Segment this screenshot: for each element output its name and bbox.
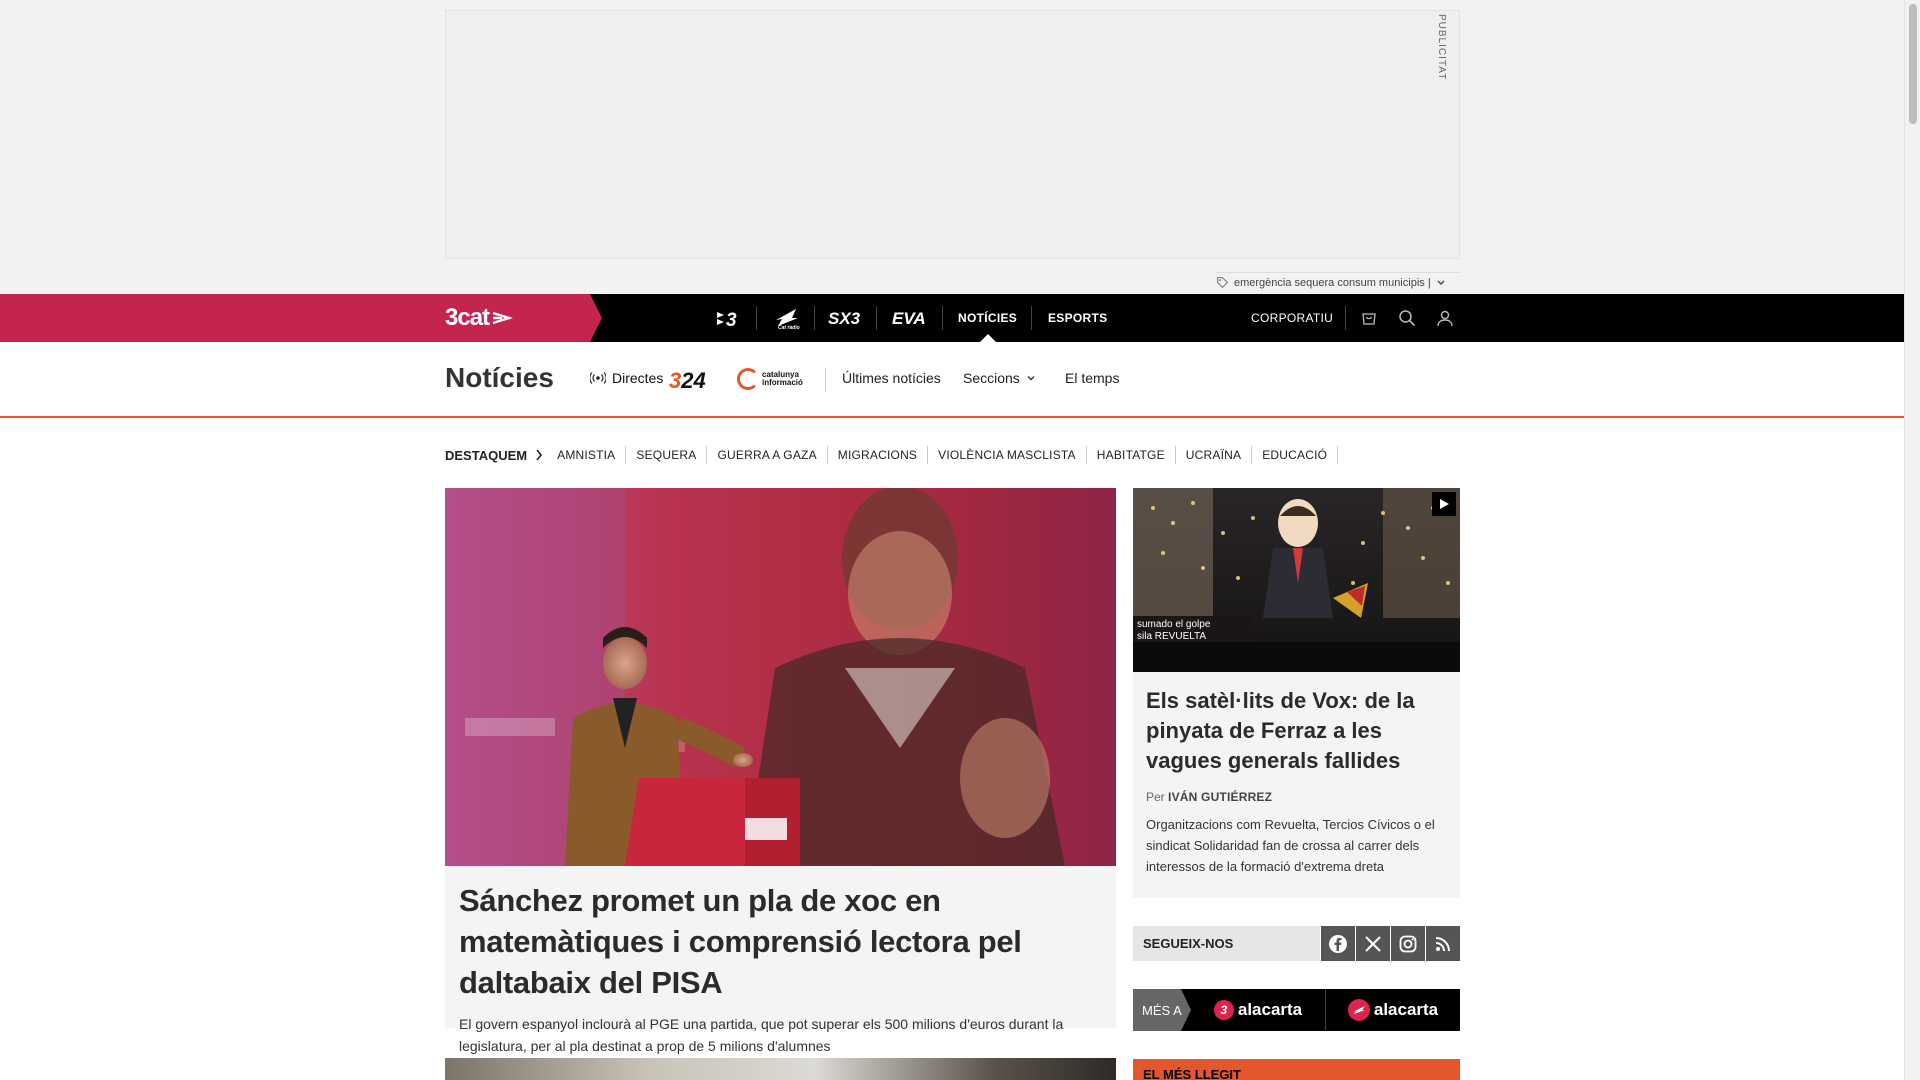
ad-tags-text: emergència sequera consum municipis | [1234, 276, 1431, 289]
destaquem-heading[interactable]: DESTAQUEM [445, 448, 543, 463]
tag-link[interactable]: AMNISTIA [557, 446, 627, 464]
tag-link[interactable]: VIOLÈNCIA MASCLISTA [928, 446, 1087, 464]
channel-eva-logo[interactable]: EVA [886, 294, 932, 342]
side-article-summary: Organitzacions com Revuelta, Tercios Cív… [1146, 817, 1435, 874]
byline-prefix: Per [1146, 790, 1165, 804]
ad-label: PUBLICITAT [1436, 14, 1447, 81]
page-scrollbar[interactable] [1904, 0, 1920, 1080]
tv3-icon: 3 [717, 310, 737, 329]
facebook-icon[interactable] [1320, 926, 1355, 961]
advertisement-slot[interactable] [445, 10, 1460, 259]
catradio-badge-icon [1347, 999, 1370, 1021]
brand-name: 3cat [445, 304, 490, 331]
video-badge [1432, 492, 1456, 516]
live-broadcast-icon [590, 372, 606, 384]
highlighted-tags: DESTAQUEM AMNISTIA SEQUERA GUERRA A GAZA… [445, 444, 1339, 466]
user-icon[interactable] [1433, 306, 1457, 330]
main-article-image[interactable] [445, 488, 1116, 866]
separator [756, 306, 757, 330]
main-article-summary: El govern espanyol inclourà al PGE una p… [459, 1016, 1064, 1054]
chevron-right-icon [536, 449, 543, 461]
brand-waves-icon [492, 311, 514, 325]
separator [1345, 306, 1346, 330]
tag-link[interactable]: GUERRA A GAZA [707, 446, 828, 464]
active-nav-indicator [980, 334, 996, 342]
seccions-label: Seccions [963, 370, 1020, 386]
protest-photo: sumado el golpe sila REVUELTA [1133, 488, 1460, 672]
separator [942, 306, 943, 330]
next-article-image[interactable] [445, 1058, 1116, 1080]
directes-link[interactable]: Directes [590, 370, 663, 386]
channel-3-logo[interactable]: 3 [706, 294, 750, 342]
play-icon [1440, 499, 1449, 509]
svg-text:3: 3 [726, 310, 737, 329]
separator [876, 306, 877, 330]
svg-text:EVA: EVA [892, 309, 926, 328]
catradio-alacarta-link[interactable]: alacarta [1326, 989, 1460, 1031]
channel-sx3-logo[interactable]: SX3 [822, 294, 868, 342]
mes-a-label: MÉS A [1133, 989, 1191, 1031]
x-icon[interactable] [1355, 926, 1390, 961]
tv3-badge-icon: 3 [1213, 1000, 1234, 1020]
ad-tags[interactable]: emergència sequera consum municipis | [1216, 272, 1460, 292]
side-article-byline: Per IVÁN GUTIÉRREZ [1146, 790, 1447, 804]
follow-us-label: SEGUEIX-NOS [1133, 926, 1320, 961]
ad-band: PUBLICITAT emergència sequera consum mun… [0, 0, 1904, 294]
rss-icon[interactable] [1425, 926, 1460, 961]
el-temps-link[interactable]: El temps [1065, 370, 1119, 386]
search-icon[interactable] [1395, 306, 1419, 330]
tag-link[interactable]: HABITATGE [1087, 446, 1176, 464]
chevron-down-icon[interactable] [1436, 278, 1446, 288]
ultimes-noticies-link[interactable]: Últimes notícies [842, 370, 941, 386]
nav-corporatiu[interactable]: CORPORATIU [1251, 294, 1333, 342]
directes-label: Directes [612, 370, 664, 386]
channel-catradio-logo[interactable]: Cat ràdio [764, 294, 808, 342]
scrollbar-thumb[interactable] [1909, 4, 1917, 124]
tag-link[interactable]: MIGRACIONS [828, 446, 929, 464]
svg-text:sumado el golpe: sumado el golpe [1137, 619, 1211, 630]
speaker-photo [445, 488, 1116, 866]
3-24-logo[interactable]: 3 24 [669, 368, 706, 394]
follow-us-bar: SEGUEIX-NOS [1133, 926, 1460, 961]
logo-324-number: 24 [681, 368, 706, 393]
separator [1031, 306, 1032, 330]
chevron-down-icon [1027, 376, 1035, 381]
side-article-headline[interactable]: Els satèl·lits de Vox: de la pinyata de … [1146, 686, 1447, 776]
alacarta-label: alacarta [1237, 1000, 1303, 1019]
section-header: Notícies Directes 3 24 catalunya informac… [0, 342, 1904, 418]
tag-link[interactable]: UCRAÏNA [1176, 446, 1253, 464]
catradio-icon: Cat ràdio [776, 309, 800, 330]
separator [814, 306, 815, 330]
author-name[interactable]: IVÁN GUTIÉRREZ [1168, 790, 1272, 804]
3cat-logo[interactable]: 3cat [445, 304, 514, 332]
catalunya-informacio-logo[interactable]: catalunya informació [737, 368, 812, 390]
alacarta-label: alacarta [1373, 1000, 1439, 1019]
eva-icon: EVA [892, 309, 926, 328]
destaquem-label: DESTAQUEM [445, 447, 528, 463]
catinfo-label: catalunya informació [762, 370, 803, 387]
nav-esports[interactable]: ESPORTS [1048, 294, 1107, 342]
side-article-image[interactable]: sumado el golpe sila REVUELTA [1133, 488, 1460, 672]
logo-324-three: 3 [669, 368, 682, 393]
separator [825, 368, 826, 392]
tag-link[interactable]: EDUCACIÓ [1252, 446, 1339, 464]
top-navigation-bar: 3cat 3 Cat ràdio SX3 EVA NOTÍCIES ESPORT… [0, 294, 1904, 342]
main-article-text[interactable]: Sánchez promet un pla de xoc en matemàti… [445, 866, 1116, 1054]
3cat-alacarta-tv-link[interactable]: 3 alacarta [1191, 989, 1325, 1031]
side-article-text[interactable]: Els satèl·lits de Vox: de la pinyata de … [1133, 672, 1460, 898]
svg-text:sila REVUELTA: sila REVUELTA [1137, 631, 1206, 642]
catinfo-circle-icon [737, 368, 759, 390]
tag-link[interactable]: SEQUERA [626, 446, 708, 464]
section-title[interactable]: Notícies [445, 362, 554, 394]
sx3-icon: SX3 [828, 309, 861, 328]
svg-text:SX3: SX3 [828, 309, 861, 328]
svg-text:Cat ràdio: Cat ràdio [778, 325, 800, 330]
mes-a-alacarta-bar: MÉS A 3 alacarta alacarta [1133, 989, 1460, 1031]
most-read-heading: EL MÉS LLEGIT [1133, 1059, 1460, 1080]
seccions-dropdown[interactable]: Seccions [963, 370, 1036, 386]
shop-icon[interactable] [1357, 306, 1381, 330]
tag-icon [1217, 277, 1229, 289]
main-article-headline[interactable]: Sánchez promet un pla de xoc en matemàti… [459, 880, 1102, 1003]
instagram-icon[interactable] [1390, 926, 1425, 961]
